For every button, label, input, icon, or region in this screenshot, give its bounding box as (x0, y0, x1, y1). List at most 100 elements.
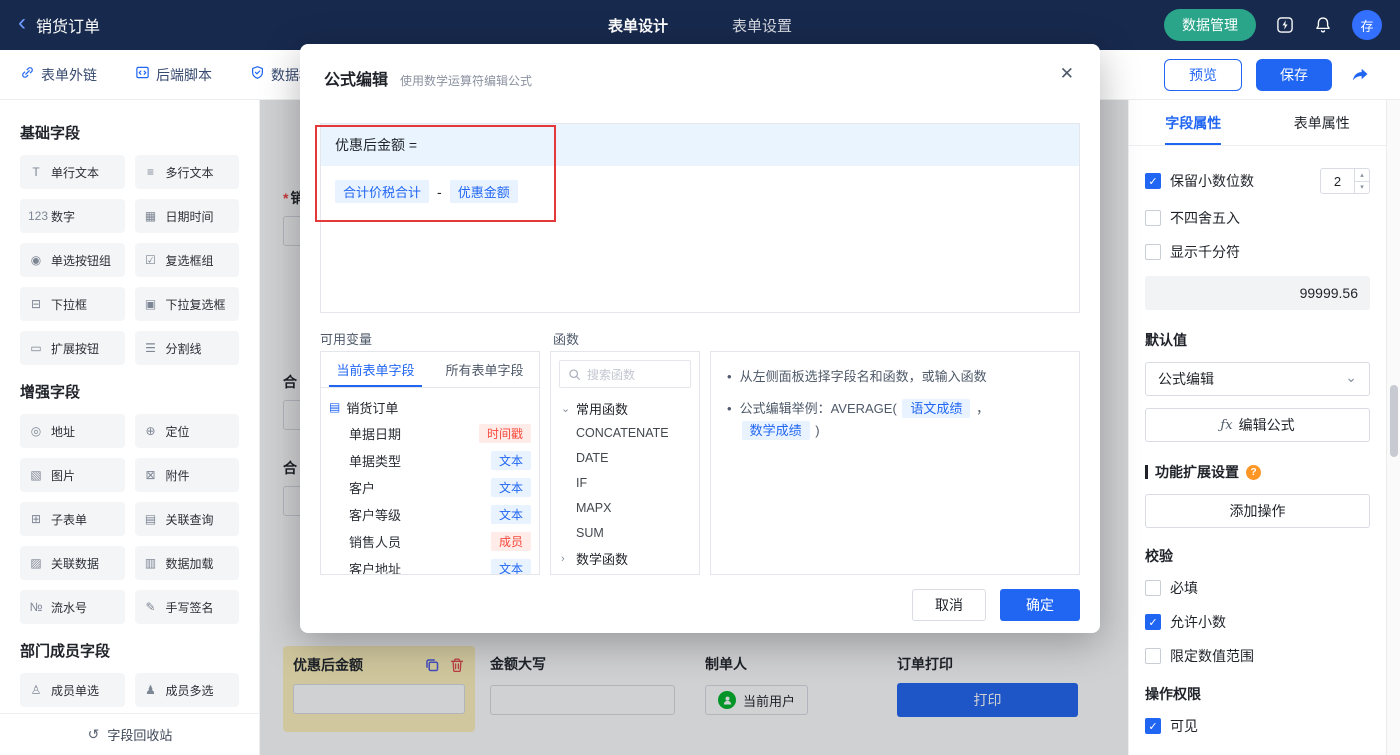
checkbox[interactable]: ✓ (1145, 718, 1161, 734)
palette-field-button[interactable]: ☰分割线 (135, 331, 240, 365)
formula-editor[interactable]: 优惠后金额 = 合计价税合计-优惠金额 (320, 123, 1080, 313)
function-group-row[interactable]: ⌄ 常用函数 (551, 396, 699, 421)
option-row: ✓允许小数 (1145, 612, 1370, 632)
palette-field-button[interactable]: ⊕定位 (135, 414, 240, 448)
formula-editor-modal: 公式编辑 使用数学运算符编辑公式 ✕ 优惠后金额 = 合计价税合计-优惠金额 可… (300, 44, 1100, 633)
option-label: 必填 (1170, 578, 1198, 598)
function-item[interactable]: CONCATENATE (551, 421, 699, 446)
topbar-tabs: 表单设计 表单设置 (608, 15, 792, 36)
field-type-label: 日期时间 (166, 208, 214, 225)
variable-name: 客户地址 (349, 559, 401, 575)
add-action-label: 添加操作 (1230, 501, 1286, 521)
back-icon[interactable]: ‹ (18, 11, 26, 35)
app-switch-icon[interactable] (1276, 16, 1294, 34)
topbar-left: ‹ 销货订单 (18, 13, 100, 37)
palette-field-button[interactable]: 123数字 (20, 199, 125, 233)
variable-type-tag: 文本 (491, 451, 531, 470)
palette-field-button[interactable]: №流水号 (20, 590, 125, 624)
fx-icon: ƒx (1220, 418, 1232, 433)
variable-row[interactable]: 客户地址文本 (329, 555, 531, 575)
stepper-down-icon[interactable]: ▾ (1355, 182, 1369, 194)
variable-row[interactable]: 单据日期时间戳 (329, 420, 531, 447)
default-value-select[interactable]: 公式编辑 ⌄ (1145, 362, 1370, 396)
palette-field-button[interactable]: ♟成员多选 (135, 673, 240, 707)
toolbar-item-script[interactable]: 后端脚本 (135, 65, 212, 85)
function-item[interactable]: MAPX (551, 496, 699, 521)
caret-icon: ⌄ (561, 402, 571, 415)
variables-tab[interactable]: 所有表单字段 (430, 352, 539, 387)
function-group-row[interactable]: ›文本函数 (551, 571, 699, 575)
share-icon[interactable] (1350, 65, 1370, 85)
bell-icon[interactable] (1314, 16, 1332, 34)
formula-token-field[interactable]: 合计价税合计 (335, 180, 429, 203)
data-manage-button[interactable]: 数据管理 (1164, 9, 1256, 41)
checkbox[interactable] (1145, 244, 1161, 260)
formula-token-op: - (437, 184, 442, 200)
help-icon[interactable]: ? (1246, 465, 1261, 480)
field-recycle-bin[interactable]: ↺ 字段回收站 (0, 713, 260, 755)
extension-title: 功能扩展设置 (1155, 462, 1239, 482)
palette-field-button[interactable]: ◎地址 (20, 414, 125, 448)
palette-field-button[interactable]: ▥数据加载 (135, 546, 240, 580)
confirm-button[interactable]: 确定 (1000, 589, 1080, 621)
stepper-up-icon[interactable]: ▴ (1355, 169, 1369, 182)
variable-row[interactable]: 客户等级文本 (329, 501, 531, 528)
palette-field-button[interactable]: ⊞子表单 (20, 502, 125, 536)
palette-field-button[interactable]: ▦日期时间 (135, 199, 240, 233)
variable-root-row[interactable]: ▤销货订单 (329, 394, 531, 420)
palette-field-button[interactable]: ▣下拉复选框 (135, 287, 240, 321)
palette-field-button[interactable]: ▨关联数据 (20, 546, 125, 580)
function-group-row[interactable]: ›数学函数 (551, 546, 699, 571)
function-item[interactable]: IF (551, 471, 699, 496)
function-search-input[interactable]: 搜索函数 (559, 360, 691, 388)
topbar-tab[interactable]: 表单设计 (608, 15, 668, 36)
field-type-icon: ☑ (143, 253, 159, 267)
variable-row[interactable]: 单据类型文本 (329, 447, 531, 474)
checkbox[interactable]: ✓ (1145, 173, 1161, 189)
scrollbar-thumb[interactable] (1390, 385, 1398, 457)
toolbar-item-link[interactable]: 表单外链 (20, 65, 97, 85)
palette-field-button[interactable]: ⊠附件 (135, 458, 240, 492)
number-stepper[interactable]: 2▴▾ (1320, 168, 1370, 194)
checkbox[interactable] (1145, 210, 1161, 226)
palette-field-button[interactable]: ♙成员单选 (20, 673, 125, 707)
topbar-tab[interactable]: 表单设置 (732, 15, 792, 36)
palette-field-button[interactable]: T单行文本 (20, 155, 125, 189)
palette-field-button[interactable]: ▭扩展按钮 (20, 331, 125, 365)
close-icon[interactable]: ✕ (1060, 64, 1074, 84)
formula-token-field[interactable]: 优惠金额 (450, 180, 518, 203)
modal-title: 公式编辑 (324, 66, 388, 90)
function-item[interactable]: DATE (551, 446, 699, 471)
palette-field-button[interactable]: ☑复选框组 (135, 243, 240, 277)
scrollbar[interactable] (1386, 100, 1400, 755)
palette-field-button[interactable]: ▧图片 (20, 458, 125, 492)
palette-field-button[interactable]: ▤关联查询 (135, 502, 240, 536)
variable-type-tag: 文本 (491, 478, 531, 497)
palette-field-button[interactable]: ◉单选按钮组 (20, 243, 125, 277)
permission-icon (250, 65, 265, 85)
checkbox[interactable]: ✓ (1145, 614, 1161, 630)
function-group-label: 常用函数 (576, 399, 628, 418)
checkbox[interactable] (1145, 580, 1161, 596)
topbar: ‹ 销货订单 表单设计 表单设置 数据管理 存 (0, 0, 1400, 50)
properties-tab[interactable]: 字段属性 (1129, 100, 1258, 145)
validation-options: 必填✓允许小数限定数值范围 (1145, 578, 1370, 666)
palette-sections: 基础字段T单行文本≡多行文本123数字▦日期时间◉单选按钮组☑复选框组⊟下拉框▣… (20, 122, 239, 707)
function-item[interactable]: SUM (551, 521, 699, 546)
checkbox[interactable] (1145, 648, 1161, 664)
properties-tab[interactable]: 表单属性 (1258, 100, 1387, 145)
modal-header: 公式编辑 使用数学运算符编辑公式 (300, 44, 1100, 90)
variable-row[interactable]: 销售人员成员 (329, 528, 531, 555)
edit-formula-button[interactable]: ƒx 编辑公式 (1145, 408, 1370, 442)
palette-field-button[interactable]: ⊟下拉框 (20, 287, 125, 321)
preview-button[interactable]: 预览 (1164, 59, 1242, 91)
user-avatar[interactable]: 存 (1352, 10, 1382, 40)
cancel-button[interactable]: 取消 (912, 589, 986, 621)
variables-tab[interactable]: 当前表单字段 (321, 352, 430, 387)
variable-row[interactable]: 客户文本 (329, 474, 531, 501)
palette-field-button[interactable]: ≡多行文本 (135, 155, 240, 189)
palette-field-button[interactable]: ✎手写签名 (135, 590, 240, 624)
variable-name: 销售人员 (349, 532, 401, 551)
add-action-button[interactable]: 添加操作 (1145, 494, 1370, 528)
save-button[interactable]: 保存 (1256, 59, 1332, 91)
